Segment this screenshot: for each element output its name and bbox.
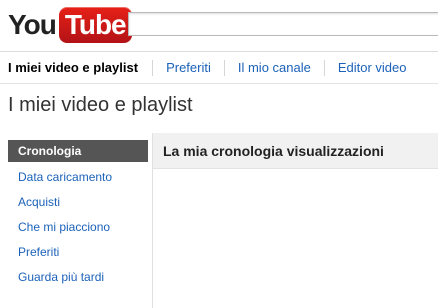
content-header: La mia cronologia visualizzazioni <box>153 133 438 169</box>
top-nav: I miei video e playlist Preferiti Il mio… <box>0 51 438 84</box>
nav-my-channel[interactable]: Il mio canale <box>225 60 324 75</box>
sidebar-item-history[interactable]: Cronologia <box>8 140 148 162</box>
nav-my-videos-playlists[interactable]: I miei video e playlist <box>0 60 152 75</box>
logo-tube-text: Tube <box>58 7 132 43</box>
sidebar-item-liked[interactable]: Che mi piacciono <box>8 215 148 240</box>
content-title: La mia cronologia visualizzazioni <box>163 143 384 159</box>
sidebar-item-watch-later[interactable]: Guarda più tardi <box>8 265 148 290</box>
sidebar-item-favorites[interactable]: Preferiti <box>8 240 148 265</box>
nav-favorites[interactable]: Preferiti <box>153 60 224 75</box>
nav-video-editor[interactable]: Editor video <box>325 60 420 75</box>
sidebar-item-upload-date[interactable]: Data caricamento <box>8 165 148 190</box>
logo-you-text: You <box>8 9 57 40</box>
search-input[interactable] <box>128 12 438 36</box>
page-title: I miei video e playlist <box>8 94 193 116</box>
sidebar-item-purchases[interactable]: Acquisti <box>8 190 148 215</box>
youtube-logo[interactable]: You Tube <box>8 7 132 43</box>
sidebar: Cronologia Data caricamento Acquisti Che… <box>8 140 148 290</box>
